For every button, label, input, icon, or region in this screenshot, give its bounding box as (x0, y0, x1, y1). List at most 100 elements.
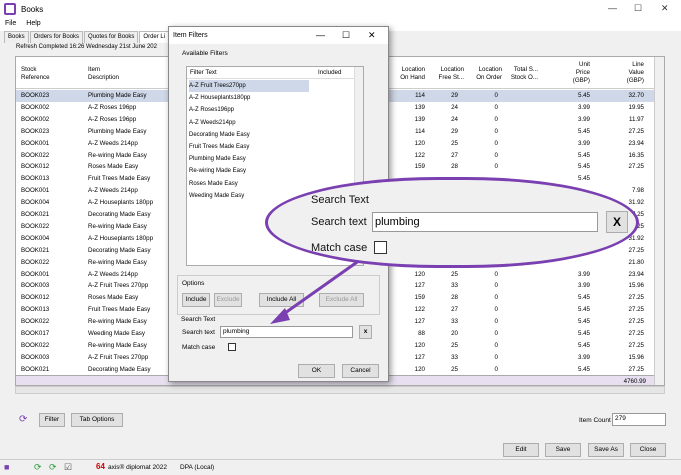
cell-item-description: Re-wiring Made Easy (88, 318, 147, 326)
menu-help[interactable]: Help (21, 18, 45, 31)
tab-options-button[interactable]: Tab Options (71, 413, 123, 427)
minimize-icon[interactable]: — (608, 3, 617, 13)
status-checklist-icon[interactable]: ☑ (64, 462, 72, 473)
cell-on-order: 0 (494, 127, 498, 135)
maximize-icon[interactable]: ☐ (634, 3, 642, 14)
filter-list-item[interactable]: Plumbing Made Easy (189, 153, 309, 165)
cell-free-stock: 24 (451, 103, 458, 111)
tab-quotes-for-books[interactable]: Quotes for Books (84, 31, 139, 43)
cell-stock-reference: BOOK013 (21, 306, 50, 314)
exclude-button[interactable]: Exclude (214, 293, 242, 307)
cell-unit-price: 5.45 (577, 318, 590, 326)
col-included[interactable]: Included (318, 69, 341, 76)
close-button[interactable]: Close (630, 443, 666, 457)
cell-item-description: Plumbing Made Easy (88, 127, 147, 135)
cell-unit-price: 3.99 (577, 353, 590, 361)
cell-item-description: A-Z Fruit Trees 270pp (88, 353, 149, 361)
cell-line-value: 27.25 (628, 306, 644, 314)
dialog-maximize-icon[interactable]: ☐ (342, 30, 350, 41)
dialog-close-icon[interactable]: ✕ (368, 30, 376, 41)
cell-line-value: 23.94 (628, 270, 644, 278)
database-name: DPA (Local) (180, 464, 215, 471)
filter-list-item[interactable]: Fruit Trees Made Easy (189, 141, 309, 153)
cell-on-hand: 139 (414, 103, 425, 111)
cell-item-description: A-Z Houseplants 180pp (88, 234, 154, 242)
close-icon[interactable]: ✕ (661, 3, 669, 14)
col-filter-text[interactable]: Filter Text (190, 69, 217, 76)
filter-list-item[interactable]: Re-wiring Made Easy (189, 165, 309, 177)
cell-free-stock: 25 (451, 270, 458, 278)
col-free-stock[interactable]: Location Free St... (428, 66, 464, 82)
status-sync-icon[interactable]: ⟳ (49, 462, 57, 473)
filter-list-item[interactable]: Roses Made Easy (189, 178, 309, 190)
cell-free-stock: 20 (451, 330, 458, 337)
cell-item-description: Fruit Trees Made Easy (88, 306, 151, 314)
status-icon-1[interactable]: ■ (4, 462, 9, 472)
cell-unit-price: 3.99 (577, 115, 590, 123)
filter-list-item[interactable]: A-Z Houseplants180pp (189, 92, 309, 104)
cell-item-description: A-Z Roses 196pp (88, 103, 137, 111)
tab-strip: Books Orders for Books Quotes for Books … (4, 31, 170, 43)
cell-line-value: 27.25 (628, 294, 644, 302)
save-button[interactable]: Save (545, 443, 581, 457)
col-unit-price[interactable]: Unit Price (GBP) (562, 61, 590, 85)
cell-item-description: A-Z Houseplants 180pp (88, 199, 154, 207)
cell-line-value: 27.25 (628, 318, 644, 326)
cell-on-hand: 127 (414, 282, 425, 290)
tab-books[interactable]: Books (4, 31, 29, 43)
cell-on-hand: 122 (414, 306, 425, 314)
include-button[interactable]: Include (182, 293, 210, 307)
col-total-stock[interactable]: Total S... Stock O... (502, 66, 538, 82)
cell-item-description: Decorating Made Easy (88, 211, 151, 218)
cell-item-description: Re-wiring Made Easy (88, 258, 147, 266)
filter-button[interactable]: Filter (39, 413, 65, 427)
callout-match-case-checkbox (374, 241, 387, 254)
tab-order-lines[interactable]: Order Li (139, 31, 170, 43)
cell-on-order: 0 (494, 103, 498, 111)
cell-on-order: 0 (494, 139, 498, 147)
cancel-button[interactable]: Cancel (342, 364, 379, 378)
callout-search-input: plumbing (372, 212, 598, 232)
cell-line-value: 7.98 (631, 187, 644, 195)
col-stock-reference[interactable]: Stock Reference (21, 66, 50, 82)
cell-unit-price: 5.45 (577, 341, 590, 349)
cell-item-description: Decorating Made Easy (88, 246, 151, 254)
filter-list-item[interactable]: A-Z Weeds214pp (189, 117, 309, 129)
refresh-icon[interactable]: ⟳ (19, 414, 27, 425)
match-case-checkbox[interactable] (228, 343, 236, 351)
edit-button[interactable]: Edit (503, 443, 539, 457)
cell-stock-reference: BOOK022 (21, 258, 50, 266)
filter-list-item[interactable]: A-Z Roses196pp (189, 104, 309, 116)
cell-free-stock: 33 (451, 353, 458, 361)
vertical-scrollbar[interactable] (654, 57, 664, 385)
cell-item-description: Fruit Trees Made Easy (88, 175, 151, 183)
cell-line-value: 27.25 (628, 163, 644, 171)
dialog-minimize-icon[interactable]: — (316, 30, 325, 40)
col-line-value[interactable]: Line Value (GBP) (620, 61, 644, 85)
filter-list-item[interactable]: A-Z Fruit Trees270pp (189, 80, 309, 92)
cell-line-value: 32.70 (628, 92, 644, 99)
cell-stock-reference: BOOK002 (21, 103, 50, 111)
cell-line-value: 27.25 (628, 341, 644, 349)
col-on-order[interactable]: Location On Order (466, 66, 502, 82)
cell-item-description: Plumbing Made Easy (88, 92, 147, 99)
horizontal-scrollbar[interactable] (15, 386, 665, 394)
cell-on-hand: 127 (414, 318, 425, 326)
menu-file[interactable]: File (0, 18, 21, 31)
status-bar: ■ ⟳ ⟳ ☑ 64 axis® diplomat 2022 DPA (Loca… (0, 459, 681, 475)
col-on-hand[interactable]: Location On Hand (389, 66, 425, 82)
status-refresh-icon[interactable]: ⟳ (34, 462, 42, 473)
ok-button[interactable]: OK (298, 364, 335, 378)
line-value-total: 4760.99 (623, 378, 646, 385)
cell-unit-price: 3.99 (577, 270, 590, 278)
save-as-button[interactable]: Save As (588, 443, 624, 457)
cell-unit-price: 5.45 (577, 127, 590, 135)
cell-on-hand: 139 (414, 115, 425, 123)
tab-orders-for-books[interactable]: Orders for Books (29, 31, 84, 43)
search-text-callout: Search Text Search text plumbing X Match… (265, 177, 639, 268)
col-item-description[interactable]: Item Description (88, 66, 119, 82)
cell-stock-reference: BOOK023 (21, 92, 50, 99)
filter-list-item[interactable]: Decorating Made Easy (189, 129, 309, 141)
search-text-label: Search text (182, 329, 215, 336)
cell-line-value: 27.25 (628, 127, 644, 135)
